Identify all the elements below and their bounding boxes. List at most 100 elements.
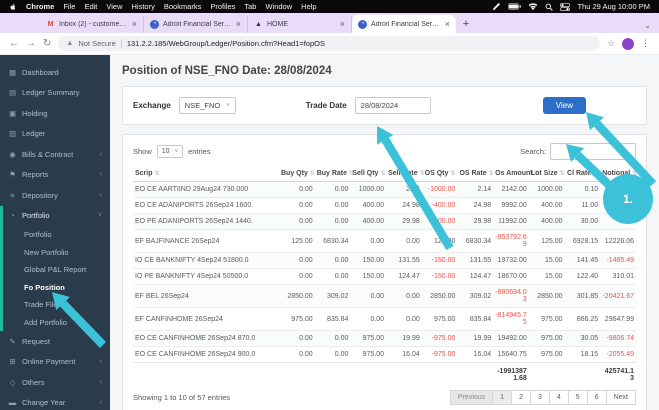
back-button[interactable]: ←: [9, 38, 19, 49]
value-cell: 29.98: [386, 213, 422, 230]
menubar-item[interactable]: Profiles: [210, 2, 235, 11]
close-icon[interactable]: ×: [132, 20, 137, 29]
menubar-item[interactable]: View: [106, 2, 122, 11]
value-cell: -853792.69: [493, 229, 529, 253]
value-cell: 2.14: [386, 181, 422, 198]
sidebar-subitem-portfolio[interactable]: Portfolio: [3, 226, 110, 244]
column-header-os-rate[interactable]: OS Rate ⇅: [457, 167, 494, 182]
column-header-notional[interactable]: Notional ⇅: [600, 167, 637, 182]
sidebar-subitem-trade-file[interactable]: Trade File Ex: [3, 296, 110, 314]
browser-tab[interactable]: M Inbox (2) - customercare@a ×: [40, 16, 144, 33]
sidebar-item-change-year[interactable]: ▬ Change Year ‹: [0, 393, 110, 410]
column-header-sell-qty[interactable]: Sell Qty ⇅: [350, 167, 387, 182]
page-button-6[interactable]: 6: [586, 390, 607, 405]
chevron-left-icon: ‹: [99, 378, 102, 386]
page-button-1[interactable]: 1: [492, 390, 513, 405]
menubar-item[interactable]: Help: [301, 2, 316, 11]
search-input[interactable]: [550, 143, 636, 160]
tab-search-chevron-icon[interactable]: ⌄: [644, 21, 651, 30]
column-header-os-qty[interactable]: OS Qty ⇅: [421, 167, 458, 182]
value-cell: 131.55: [386, 252, 422, 269]
sidebar-item-label: Portfolio: [22, 211, 50, 220]
menubar-item[interactable]: Window: [265, 2, 292, 11]
column-header-lot-size[interactable]: Lot Size ⇅: [528, 167, 565, 182]
sidebar-item-dashboard[interactable]: ▦ Dashboard: [0, 62, 110, 83]
omnibox[interactable]: ▲ Not Secure 131.2.2.185/WebGroup/Ledger…: [58, 36, 600, 51]
menubar-item[interactable]: File: [63, 2, 75, 11]
forward-button[interactable]: →: [26, 38, 36, 49]
show-label: Show: [133, 147, 152, 156]
tab-title: Adroit Financial Services Pvt: [163, 21, 232, 28]
browser-tab-active[interactable]: ◔ Adroit Financial Services Pvt ×: [352, 15, 456, 33]
entries-select[interactable]: 10 ˅: [156, 145, 184, 158]
sidebar-item-ledger-summary[interactable]: ▤ Ledger Summary: [0, 83, 110, 104]
new-tab-button[interactable]: +: [458, 16, 474, 32]
menu-dots-icon[interactable]: ⋮: [641, 38, 650, 49]
value-cell: 0.00: [350, 284, 387, 308]
value-cell: 19492.00: [493, 330, 529, 347]
page-button-2[interactable]: 2: [511, 390, 531, 405]
value-cell: 400.00: [350, 197, 387, 214]
sidebar-subitem-fo-position[interactable]: Fo Position: [3, 279, 110, 297]
reload-button[interactable]: ↻: [43, 38, 51, 49]
sidebar-item-online-payment[interactable]: ⊞ Online Payment ‹: [0, 352, 110, 373]
scrip-cell: IO CE BANKNIFTY 4Sep24 51800.0: [133, 252, 279, 269]
column-header-label: OS Qty: [424, 170, 449, 177]
page-button-3[interactable]: 3: [529, 390, 550, 405]
menubar-item[interactable]: Bookmarks: [164, 2, 202, 11]
column-header-buy-qty[interactable]: Buy Qty ⇅: [279, 167, 315, 182]
table-row: EO CE ADANIPORTS 26Sep24 1600. 0.00 0.00 40…: [133, 197, 636, 214]
page-button-4[interactable]: 4: [548, 390, 569, 405]
main-content: Position of NSE_FNO Date: 28/08/2024 Exc…: [110, 55, 659, 410]
value-cell: 975.00: [350, 330, 387, 347]
column-header-sell-rate[interactable]: Sell Rate ⇅: [386, 167, 425, 182]
table-row: IO PE BANKNIFTY 4Sep24 50500.0 0.00 0.00 15…: [133, 268, 636, 285]
menubar-item[interactable]: Tab: [244, 2, 256, 11]
sidebar-item-portfolio[interactable]: ◔ Portfolio ˅: [3, 206, 110, 227]
screen: Chrome File Edit View History Bookmarks Profil…: [0, 0, 659, 410]
page-button-next[interactable]: Next: [605, 390, 636, 405]
column-header-cl-rate[interactable]: Cl Rate ⇅: [564, 167, 601, 182]
menubar-item[interactable]: Chrome: [26, 2, 54, 11]
close-icon[interactable]: ×: [236, 20, 241, 29]
sidebar-item-label: Change Year: [22, 398, 66, 407]
close-icon[interactable]: ×: [340, 20, 345, 29]
browser-toolbar: ← → ↻ ▲ Not Secure 131.2.2.185/WebGroup/…: [0, 33, 659, 55]
profile-avatar[interactable]: [622, 37, 634, 50]
wifi-icon: [529, 2, 538, 10]
os-amount-total: -19913871.68: [493, 362, 529, 387]
page-button-previous[interactable]: Previous: [449, 390, 494, 405]
table-row: EO PE ADANIPORTS 26Sep24 1440. 0.00 0.00 40…: [133, 213, 636, 230]
sidebar-item-depository[interactable]: ≡ Depository ‹: [0, 185, 110, 206]
exchange-select[interactable]: NSE_FNO ˅: [178, 97, 236, 114]
close-icon[interactable]: ×: [445, 19, 450, 29]
page-button-5[interactable]: 5: [567, 390, 588, 405]
sidebar-item-holding[interactable]: ▣ Holding: [0, 103, 110, 124]
scrip-cell: EF BEL 26Sep24: [133, 284, 279, 308]
value-cell: 124.47: [386, 268, 422, 285]
value-cell: 0.00: [314, 181, 351, 198]
sidebar-item-reports[interactable]: ⚑ Reports ‹: [0, 165, 110, 186]
value-cell: 15.00: [528, 268, 565, 285]
sidebar-item-label: Holding: [22, 108, 48, 118]
browser-tab[interactable]: ▲ HOME ×: [248, 16, 352, 33]
menubar-item[interactable]: Edit: [84, 2, 97, 11]
column-header-label: Cl Rate: [567, 170, 592, 177]
sidebar-subitem-global-pl-report[interactable]: Global P&L Report: [3, 261, 110, 279]
sidebar-item-request[interactable]: ✎ Request ‹: [0, 331, 110, 352]
value-cell: 0.00: [386, 284, 422, 308]
trade-date-input[interactable]: [354, 97, 431, 114]
column-header-scrip[interactable]: Scrip ⇅: [133, 167, 279, 182]
sidebar-item-others[interactable]: ◇ Others ‹: [0, 372, 110, 393]
sidebar-subitem-new-portfolio[interactable]: New Portfolio: [3, 244, 110, 262]
value-cell: 975.00: [421, 307, 458, 331]
view-button[interactable]: View: [542, 97, 586, 114]
browser-tab[interactable]: ◔ Adroit Financial Services Pvt ×: [144, 16, 248, 33]
bookmark-star-icon[interactable]: ☆: [607, 38, 615, 49]
sidebar-subitem-add-portfolio[interactable]: Add Portfolio: [3, 314, 110, 332]
column-header-buy-rate[interactable]: Buy Rate ⇅: [314, 167, 354, 182]
column-header-os-amount[interactable]: Os Amount ⇅: [493, 167, 540, 182]
menubar-item[interactable]: History: [132, 2, 155, 11]
sidebar-item-bills-contract[interactable]: ◉ Bills & Contract ‹: [0, 144, 110, 165]
sidebar-item-ledger[interactable]: ▥ Ledger: [0, 124, 110, 145]
